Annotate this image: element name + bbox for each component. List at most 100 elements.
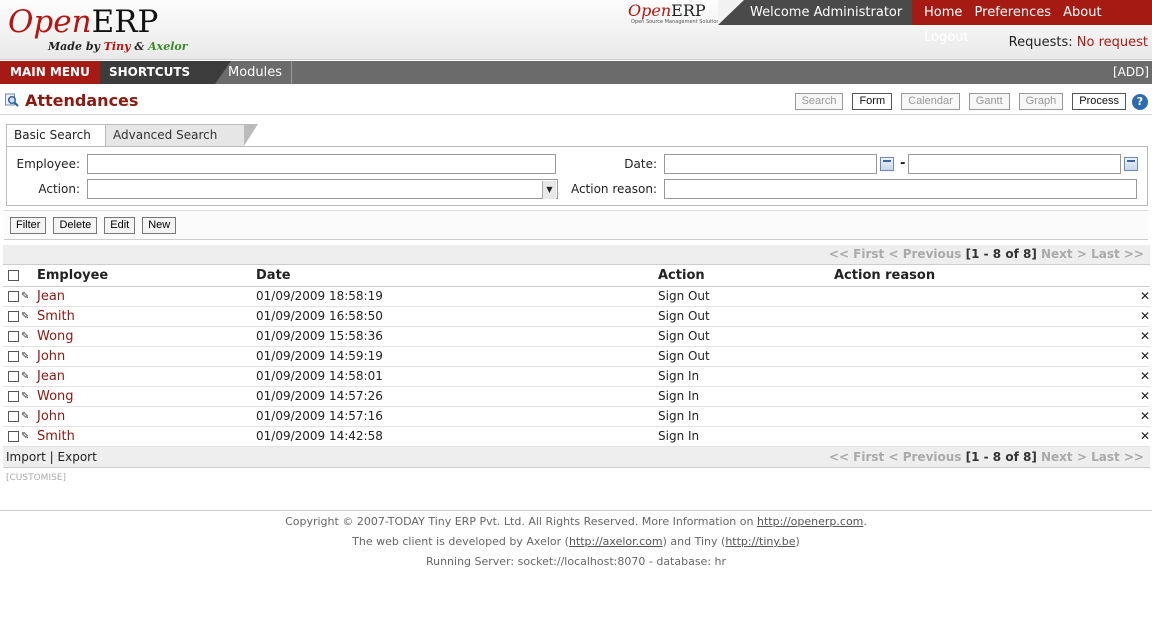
pager-previous[interactable]: < Previous: [888, 247, 961, 261]
date-from-input[interactable]: [664, 154, 877, 174]
view-search-button[interactable]: Search: [794, 93, 844, 110]
tab-advanced-search[interactable]: Advanced Search: [106, 124, 258, 146]
tiny-link[interactable]: http://tiny.be: [725, 535, 795, 548]
row-employee-link[interactable]: Jean: [37, 289, 65, 304]
openerp-logo[interactable]: OpenERP Made by Tiny & Axelor: [8, 4, 198, 58]
customise-link[interactable]: [CUSTOMISE]: [6, 473, 66, 483]
pencil-icon[interactable]: ✎: [21, 331, 31, 342]
main-menu-button[interactable]: MAIN MENU: [0, 61, 100, 84]
view-form-button[interactable]: Form: [852, 93, 893, 110]
delete-x-icon[interactable]: ✕: [1134, 326, 1150, 347]
delete-x-icon[interactable]: ✕: [1134, 366, 1150, 387]
row-action: Sign In: [658, 406, 834, 427]
table-row[interactable]: ✎ John 01/09/2009 14:57:16 Sign In ✕: [3, 406, 1150, 427]
shortcuts-label[interactable]: SHORTCUTS: [100, 61, 231, 84]
table-row[interactable]: ✎ Jean 01/09/2009 14:58:01 Sign In ✕: [3, 366, 1150, 387]
pager-next[interactable]: Next >: [1041, 450, 1087, 464]
calendar-icon[interactable]: [880, 157, 894, 171]
pencil-icon[interactable]: ✎: [21, 291, 31, 302]
filter-button[interactable]: Filter: [10, 217, 47, 234]
view-gantt-button[interactable]: Gantt: [968, 93, 1010, 110]
developer-text: The web client is developed by Axelor (: [352, 535, 569, 548]
delete-x-icon[interactable]: ✕: [1134, 426, 1150, 447]
table-row[interactable]: ✎ Wong 01/09/2009 15:58:36 Sign Out ✕: [3, 326, 1150, 347]
delete-button[interactable]: Delete: [53, 217, 98, 234]
row-employee-link[interactable]: Smith: [37, 309, 75, 324]
row-checkbox[interactable]: [8, 331, 19, 342]
tab-basic-search[interactable]: Basic Search: [6, 124, 106, 146]
pencil-icon[interactable]: ✎: [21, 311, 31, 322]
calendar-icon[interactable]: [1124, 157, 1138, 171]
pencil-icon[interactable]: ✎: [21, 411, 31, 422]
logout-link[interactable]: Logout: [924, 30, 969, 45]
table-row[interactable]: ✎ John 01/09/2009 14:59:19 Sign Out ✕: [3, 346, 1150, 367]
row-checkbox[interactable]: [8, 291, 19, 302]
help-icon[interactable]: ?: [1132, 94, 1148, 110]
preferences-link[interactable]: Preferences: [975, 5, 1051, 20]
pager-next[interactable]: Next >: [1041, 247, 1087, 261]
title-bar: Attendances Search Form Calendar Gantt G…: [0, 89, 1152, 115]
delete-x-icon[interactable]: ✕: [1134, 386, 1150, 407]
pager-last[interactable]: Last >>: [1091, 247, 1144, 261]
row-checkbox[interactable]: [8, 391, 19, 402]
delete-x-icon[interactable]: ✕: [1134, 286, 1150, 307]
row-employee-link[interactable]: Jean: [37, 369, 65, 384]
table-row[interactable]: ✎ Wong 01/09/2009 14:57:26 Sign In ✕: [3, 386, 1150, 407]
pencil-icon[interactable]: ✎: [21, 371, 31, 382]
shortcut-modules[interactable]: Modules: [216, 61, 292, 84]
column-date[interactable]: Date: [256, 266, 658, 287]
row-checkbox[interactable]: [8, 351, 19, 362]
export-link[interactable]: Export: [58, 450, 97, 464]
date-to-input[interactable]: [908, 154, 1121, 174]
logo-open: Open: [8, 4, 92, 40]
axelor-link[interactable]: http://axelor.com: [569, 535, 663, 548]
view-graph-button[interactable]: Graph: [1018, 93, 1064, 110]
delete-x-icon[interactable]: ✕: [1134, 306, 1150, 327]
openerp-link[interactable]: http://openerp.com: [757, 515, 863, 528]
pager-first[interactable]: << First: [829, 450, 884, 464]
action-reason-input[interactable]: [664, 179, 1137, 199]
pager-last[interactable]: Last >>: [1091, 450, 1144, 464]
pencil-icon[interactable]: ✎: [21, 431, 31, 442]
row-date: 01/09/2009 14:59:19: [256, 346, 658, 367]
row-checkbox[interactable]: [8, 311, 19, 322]
pager-first[interactable]: << First: [829, 247, 884, 261]
employee-input[interactable]: [87, 154, 556, 174]
column-action[interactable]: Action: [658, 266, 834, 287]
edit-button[interactable]: Edit: [104, 217, 136, 234]
pager-range: [1 - 8 of 8]: [965, 247, 1037, 261]
table-row[interactable]: ✎ Smith 01/09/2009 14:42:58 Sign In ✕: [3, 426, 1150, 447]
row-checkbox[interactable]: [8, 371, 19, 382]
new-button[interactable]: New: [142, 217, 177, 234]
add-shortcut-link[interactable]: [ADD]: [1113, 61, 1149, 84]
made-by-axelor: Axelor: [148, 40, 188, 53]
chevron-down-icon[interactable]: ▼: [542, 181, 556, 199]
pencil-icon[interactable]: ✎: [21, 351, 31, 362]
column-employee[interactable]: Employee: [37, 266, 256, 287]
view-process-button[interactable]: Process: [1072, 93, 1126, 110]
row-employee-link[interactable]: Wong: [37, 329, 74, 344]
table-row[interactable]: ✎ Smith 01/09/2009 16:58:50 Sign Out ✕: [3, 306, 1150, 327]
row-checkbox[interactable]: [8, 411, 19, 422]
delete-x-icon[interactable]: ✕: [1134, 406, 1150, 427]
row-checkbox[interactable]: [8, 431, 19, 442]
row-employee-link[interactable]: Smith: [37, 429, 75, 444]
delete-x-icon[interactable]: ✕: [1134, 346, 1150, 367]
import-link[interactable]: Import: [6, 450, 46, 464]
requests-value-link[interactable]: No request: [1077, 35, 1148, 50]
pager-previous[interactable]: < Previous: [888, 450, 961, 464]
pencil-icon[interactable]: ✎: [21, 391, 31, 402]
row-employee-link[interactable]: John: [37, 409, 65, 424]
table-row[interactable]: ✎ Jean 01/09/2009 18:58:19 Sign Out ✕: [3, 286, 1150, 307]
select-all-checkbox[interactable]: [8, 270, 19, 282]
row-date: 01/09/2009 18:58:19: [256, 286, 658, 307]
row-employee-link[interactable]: Wong: [37, 389, 74, 404]
action-select[interactable]: ▼: [87, 179, 558, 199]
column-action-reason[interactable]: Action reason: [834, 266, 1134, 287]
row-employee-link[interactable]: John: [37, 349, 65, 364]
about-link[interactable]: About: [1063, 5, 1101, 20]
row-action: Sign In: [658, 366, 834, 387]
requests-label: Requests:: [1008, 35, 1073, 50]
home-link[interactable]: Home: [924, 5, 962, 20]
view-calendar-button[interactable]: Calendar: [901, 93, 960, 110]
